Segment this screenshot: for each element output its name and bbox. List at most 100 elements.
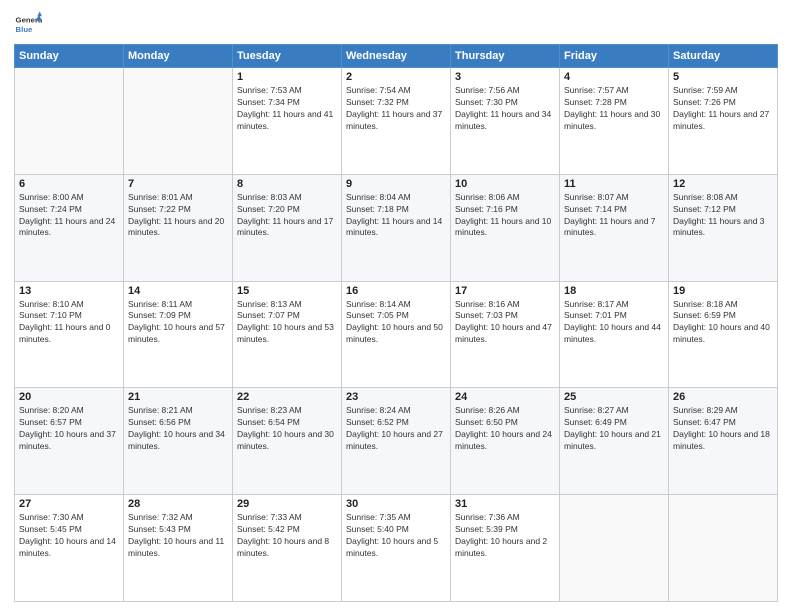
day-info: Sunrise: 8:11 AM Sunset: 7:09 PM Dayligh… — [128, 299, 228, 347]
calendar-cell: 4 Sunrise: 7:57 AM Sunset: 7:28 PM Daylig… — [560, 68, 669, 175]
calendar-cell: 8 Sunrise: 8:03 AM Sunset: 7:20 PM Daylig… — [233, 174, 342, 281]
day-info: Sunrise: 8:08 AM Sunset: 7:12 PM Dayligh… — [673, 192, 773, 240]
day-info: Sunrise: 7:32 AM Sunset: 5:43 PM Dayligh… — [128, 512, 228, 560]
day-number: 17 — [455, 285, 555, 297]
calendar-cell: 9 Sunrise: 8:04 AM Sunset: 7:18 PM Daylig… — [342, 174, 451, 281]
calendar-cell: 27Sunrise: 7:30 AM Sunset: 5:45 PM Dayli… — [15, 495, 124, 602]
calendar-cell: 29 Sunrise: 7:33 AM Sunset: 5:42 PM Dayli… — [233, 495, 342, 602]
calendar-cell: 22 Sunrise: 8:23 AM Sunset: 6:54 PM Dayli… — [233, 388, 342, 495]
day-info: Sunrise: 7:35 AM Sunset: 5:40 PM Dayligh… — [346, 512, 446, 560]
calendar-cell: 19 Sunrise: 8:18 AM Sunset: 6:59 PM Dayli… — [669, 281, 778, 388]
day-number: 30 — [346, 498, 446, 510]
calendar-cell — [669, 495, 778, 602]
calendar-cell — [124, 68, 233, 175]
calendar-cell: 20 Sunrise: 8:20 AM Sunset: 6:57 PM Dayli… — [15, 388, 124, 495]
day-number: 8 — [237, 178, 337, 190]
calendar-cell: 30 Sunrise: 7:35 AM Sunset: 5:40 PM Dayli… — [342, 495, 451, 602]
day-info: Sunrise: 8:29 AM Sunset: 6:47 PM Dayligh… — [673, 405, 773, 453]
calendar-cell: 2 Sunrise: 7:54 AM Sunset: 7:32 PM Daylig… — [342, 68, 451, 175]
calendar-week-3: 13 Sunrise: 8:10 AM Sunset: 7:10 PM Dayli… — [15, 281, 778, 388]
day-info: Sunrise: 8:17 AM Sunset: 7:01 PM Dayligh… — [564, 299, 664, 347]
day-info: Sunrise: 7:57 AM Sunset: 7:28 PM Dayligh… — [564, 85, 664, 133]
day-number: 18 — [564, 285, 664, 297]
day-info: Sunrise: 8:26 AM Sunset: 6:50 PM Dayligh… — [455, 405, 555, 453]
day-number: 29 — [237, 498, 337, 510]
logo: General Blue — [14, 10, 44, 38]
calendar-cell: 31Sunrise: 7:36 AM Sunset: 5:39 PM Dayli… — [451, 495, 560, 602]
day-number: 10 — [455, 178, 555, 190]
svg-text:Blue: Blue — [16, 25, 34, 34]
calendar-cell: 10 Sunrise: 8:06 AM Sunset: 7:16 PM Dayli… — [451, 174, 560, 281]
day-number: 13 — [19, 285, 119, 297]
day-info: Sunrise: 8:01 AM Sunset: 7:22 PM Dayligh… — [128, 192, 228, 240]
calendar-cell: 17 Sunrise: 8:16 AM Sunset: 7:03 PM Dayli… — [451, 281, 560, 388]
day-number: 27 — [19, 498, 119, 510]
logo-icon: General Blue — [14, 10, 42, 38]
day-number: 4 — [564, 71, 664, 83]
calendar-week-4: 20 Sunrise: 8:20 AM Sunset: 6:57 PM Dayli… — [15, 388, 778, 495]
day-number: 24 — [455, 391, 555, 403]
calendar-cell: 25 Sunrise: 8:27 AM Sunset: 6:49 PM Dayli… — [560, 388, 669, 495]
day-number: 14 — [128, 285, 228, 297]
calendar-cell: 16Sunrise: 8:14 AM Sunset: 7:05 PM Dayli… — [342, 281, 451, 388]
day-number: 21 — [128, 391, 228, 403]
calendar-cell: 26 Sunrise: 8:29 AM Sunset: 6:47 PM Dayli… — [669, 388, 778, 495]
day-info: Sunrise: 7:36 AM Sunset: 5:39 PM Dayligh… — [455, 512, 555, 560]
calendar-cell: 12Sunrise: 8:08 AM Sunset: 7:12 PM Dayli… — [669, 174, 778, 281]
calendar-week-2: 6Sunrise: 8:00 AM Sunset: 7:24 PM Daylig… — [15, 174, 778, 281]
day-number: 15 — [237, 285, 337, 297]
day-number: 2 — [346, 71, 446, 83]
day-info: Sunrise: 8:20 AM Sunset: 6:57 PM Dayligh… — [19, 405, 119, 453]
calendar-week-5: 27Sunrise: 7:30 AM Sunset: 5:45 PM Dayli… — [15, 495, 778, 602]
day-info: Sunrise: 7:56 AM Sunset: 7:30 PM Dayligh… — [455, 85, 555, 133]
day-info: Sunrise: 8:27 AM Sunset: 6:49 PM Dayligh… — [564, 405, 664, 453]
weekday-header-thursday: Thursday — [451, 45, 560, 68]
weekday-header-friday: Friday — [560, 45, 669, 68]
day-number: 28 — [128, 498, 228, 510]
day-number: 22 — [237, 391, 337, 403]
day-number: 9 — [346, 178, 446, 190]
day-number: 20 — [19, 391, 119, 403]
calendar-cell: 13 Sunrise: 8:10 AM Sunset: 7:10 PM Dayli… — [15, 281, 124, 388]
weekday-header-tuesday: Tuesday — [233, 45, 342, 68]
day-number: 7 — [128, 178, 228, 190]
day-info: Sunrise: 8:23 AM Sunset: 6:54 PM Dayligh… — [237, 405, 337, 453]
day-info: Sunrise: 8:16 AM Sunset: 7:03 PM Dayligh… — [455, 299, 555, 347]
day-info: Sunrise: 8:21 AM Sunset: 6:56 PM Dayligh… — [128, 405, 228, 453]
day-number: 1 — [237, 71, 337, 83]
day-info: Sunrise: 8:14 AM Sunset: 7:05 PM Dayligh… — [346, 299, 446, 347]
header: General Blue — [14, 10, 778, 38]
day-info: Sunrise: 7:33 AM Sunset: 5:42 PM Dayligh… — [237, 512, 337, 560]
page: General Blue SundayMondayTuesdayWednesda… — [0, 0, 792, 612]
weekday-header-monday: Monday — [124, 45, 233, 68]
day-info: Sunrise: 7:54 AM Sunset: 7:32 PM Dayligh… — [346, 85, 446, 133]
day-number: 11 — [564, 178, 664, 190]
calendar-cell: 15Sunrise: 8:13 AM Sunset: 7:07 PM Dayli… — [233, 281, 342, 388]
day-number: 3 — [455, 71, 555, 83]
calendar-cell: 3 Sunrise: 7:56 AM Sunset: 7:30 PM Daylig… — [451, 68, 560, 175]
calendar-cell: 6Sunrise: 8:00 AM Sunset: 7:24 PM Daylig… — [15, 174, 124, 281]
day-info: Sunrise: 8:04 AM Sunset: 7:18 PM Dayligh… — [346, 192, 446, 240]
day-info: Sunrise: 8:03 AM Sunset: 7:20 PM Dayligh… — [237, 192, 337, 240]
weekday-header-sunday: Sunday — [15, 45, 124, 68]
day-number: 25 — [564, 391, 664, 403]
day-info: Sunrise: 8:00 AM Sunset: 7:24 PM Dayligh… — [19, 192, 119, 240]
day-info: Sunrise: 8:10 AM Sunset: 7:10 PM Dayligh… — [19, 299, 119, 347]
day-info: Sunrise: 8:18 AM Sunset: 6:59 PM Dayligh… — [673, 299, 773, 347]
day-number: 19 — [673, 285, 773, 297]
day-number: 26 — [673, 391, 773, 403]
calendar-cell: 14 Sunrise: 8:11 AM Sunset: 7:09 PM Dayli… — [124, 281, 233, 388]
calendar-cell: 1Sunrise: 7:53 AM Sunset: 7:34 PM Daylig… — [233, 68, 342, 175]
day-info: Sunrise: 8:07 AM Sunset: 7:14 PM Dayligh… — [564, 192, 664, 240]
calendar-cell: 18 Sunrise: 8:17 AM Sunset: 7:01 PM Dayli… — [560, 281, 669, 388]
weekday-header-saturday: Saturday — [669, 45, 778, 68]
calendar-week-1: 1Sunrise: 7:53 AM Sunset: 7:34 PM Daylig… — [15, 68, 778, 175]
calendar-cell: 28 Sunrise: 7:32 AM Sunset: 5:43 PM Dayli… — [124, 495, 233, 602]
day-info: Sunrise: 8:24 AM Sunset: 6:52 PM Dayligh… — [346, 405, 446, 453]
weekday-header-row: SundayMondayTuesdayWednesdayThursdayFrid… — [15, 45, 778, 68]
day-info: Sunrise: 8:06 AM Sunset: 7:16 PM Dayligh… — [455, 192, 555, 240]
calendar-cell: 11 Sunrise: 8:07 AM Sunset: 7:14 PM Dayli… — [560, 174, 669, 281]
calendar-cell: 24 Sunrise: 8:26 AM Sunset: 6:50 PM Dayli… — [451, 388, 560, 495]
calendar-cell: 7 Sunrise: 8:01 AM Sunset: 7:22 PM Daylig… — [124, 174, 233, 281]
calendar-cell: 21 Sunrise: 8:21 AM Sunset: 6:56 PM Dayli… — [124, 388, 233, 495]
